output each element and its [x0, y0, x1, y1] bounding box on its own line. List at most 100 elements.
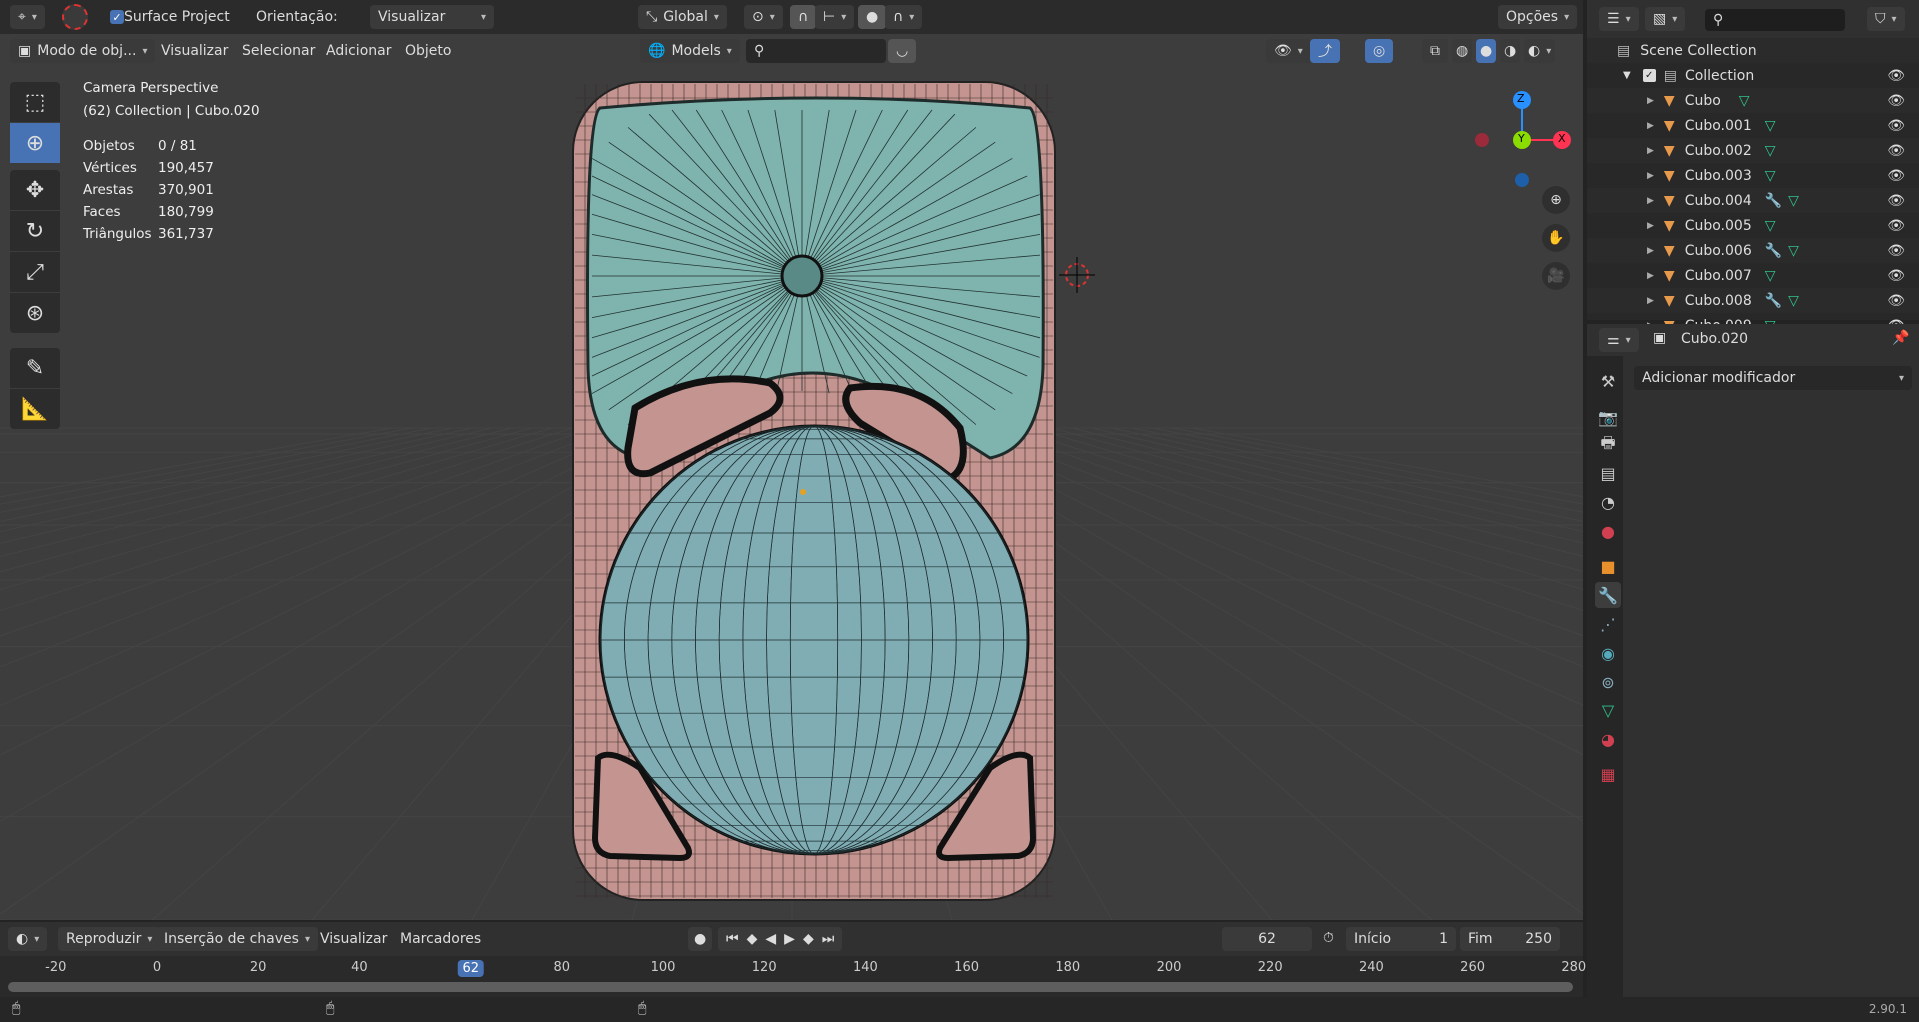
eye-icon[interactable]: 👁 [1887, 68, 1905, 84]
outliner-item[interactable]: ▶ ▼ Cubo.001 ▽ 👁 [1587, 113, 1919, 138]
keying-menu[interactable]: Inserção de chaves ▾ [156, 927, 318, 951]
eye-icon[interactable]: 👁 [1887, 293, 1905, 309]
mesh-data-icon[interactable]: ▽ [1765, 268, 1776, 284]
outliner-item[interactable]: ▶ ▼ Cubo.007 ▽ 👁 [1587, 263, 1919, 288]
modifier-wrench-icon[interactable]: 🔧 [1765, 243, 1782, 259]
playhead-frame[interactable]: 62 [457, 960, 484, 977]
mesh-data-icon[interactable]: ▽ [1765, 218, 1776, 234]
display-mode-dropdown[interactable]: ☰ ▾ [1599, 7, 1639, 31]
expand-arrow-icon[interactable]: ▶ [1647, 121, 1654, 131]
object-tab-icon[interactable]: ■ [1595, 553, 1621, 579]
stopwatch-icon[interactable]: ⏱ [1323, 930, 1334, 946]
modifier-wrench-icon[interactable]: 🔧 [1765, 293, 1782, 309]
outliner-item[interactable]: ▶ ▼ Cubo.002 ▽ 👁 [1587, 138, 1919, 163]
collection-row[interactable]: ▼ ✓ ▤ Collection 👁 [1587, 63, 1919, 88]
mesh-data-icon[interactable]: ▽ [1788, 193, 1799, 209]
filter-view-dropdown[interactable]: ▧ ▾ [1645, 7, 1686, 31]
outliner-item[interactable]: ▶ ▼ Cubo.005 ▽ 👁 [1587, 213, 1919, 238]
mesh-data-icon[interactable]: ▽ [1765, 118, 1776, 134]
gizmo-toggle-icon[interactable]: ⤴ [1310, 39, 1340, 63]
pivot-point-icon[interactable]: ⊙ ▾ [744, 5, 783, 29]
mesh-data-icon[interactable]: ▽ [1788, 243, 1799, 259]
physics-tab-icon[interactable]: ◉ [1595, 640, 1621, 666]
mesh-data-icon[interactable]: ▽ [1765, 168, 1776, 184]
jump-end-icon[interactable]: ⏭ [822, 931, 835, 947]
timeline-view-menu[interactable]: Visualizar [314, 927, 393, 951]
mesh-data-icon[interactable]: ▽ [1765, 143, 1776, 159]
modifier-tab-icon[interactable]: 🔧 [1595, 582, 1621, 608]
current-frame-field[interactable]: 62 [1222, 927, 1312, 951]
next-keyframe-icon[interactable]: ◆ [803, 931, 814, 947]
xray-icon[interactable]: ⧉ [1422, 39, 1448, 63]
start-frame-field[interactable]: Início 1 [1346, 927, 1456, 951]
search-options-button[interactable]: ◡ [888, 39, 917, 63]
playback-menu[interactable]: Reproduzir ▾ [58, 927, 161, 951]
transform-tool[interactable]: ⊛ [10, 293, 60, 333]
constraints-tab-icon[interactable]: ⊚ [1595, 669, 1621, 695]
world-tab-icon[interactable]: ● [1595, 518, 1621, 544]
collection-filter-dropdown[interactable]: 🌐 Models ▾ [640, 39, 740, 63]
play-reverse-icon[interactable]: ◀ [765, 931, 776, 947]
editor-type-button[interactable]: ⚌ ▾ [1599, 328, 1639, 352]
output-tab-icon[interactable]: 🖶 [1595, 432, 1621, 458]
expand-arrow-icon[interactable]: ▶ [1647, 221, 1654, 231]
viewport-search-input[interactable]: ⚲ [746, 39, 886, 63]
add-modifier-dropdown[interactable]: Adicionar modificador ▾ [1634, 366, 1912, 390]
play-icon[interactable]: ▶ [784, 931, 795, 947]
scale-tool[interactable]: ⤢ [10, 252, 60, 292]
visibility-icon[interactable]: 👁 ▾ [1266, 39, 1311, 63]
shading-solid-icon[interactable]: ● [1476, 39, 1497, 63]
filter-dropdown[interactable]: ⛉ ▾ [1867, 7, 1905, 31]
shading-material-icon[interactable]: ◑ [1500, 39, 1521, 63]
scene-tab-icon[interactable]: ◔ [1595, 489, 1621, 515]
eye-icon[interactable]: 👁 [1887, 143, 1905, 159]
outliner-item[interactable]: ▶ ▼ Cubo.004 🔧 ▽ 👁 [1587, 188, 1919, 213]
zoom-icon[interactable]: ⊕ [1542, 186, 1570, 214]
eye-icon[interactable]: 👁 [1887, 268, 1905, 284]
eye-icon[interactable]: 👁 [1887, 193, 1905, 209]
render-tab-icon[interactable]: 📷 [1595, 404, 1621, 430]
navigation-gizmo[interactable]: Z X Y [1470, 78, 1580, 188]
annotate-tool[interactable]: ✎ [10, 348, 60, 388]
prev-keyframe-icon[interactable]: ◆ [747, 931, 758, 947]
material-tab-icon[interactable]: ◕ [1595, 726, 1621, 752]
shading-rendered-icon[interactable]: ◐ ▾ [1524, 39, 1556, 63]
mesh-data-icon[interactable]: ▽ [1788, 293, 1799, 309]
transform-space-dropdown[interactable]: ⤡ Global ▾ [638, 5, 727, 29]
menu-select[interactable]: Selecionar [236, 39, 321, 63]
menu-object[interactable]: Objeto [399, 39, 457, 63]
expand-arrow-icon[interactable]: ▶ [1647, 196, 1654, 206]
expand-arrow-icon[interactable]: ▶ [1647, 146, 1654, 156]
outliner-item[interactable]: ▶ ▼ Cubo.006 🔧 ▽ 👁 [1587, 238, 1919, 263]
expand-arrow-icon[interactable]: ▶ [1647, 96, 1654, 106]
eye-icon[interactable]: 👁 [1887, 168, 1905, 184]
eye-icon[interactable]: 👁 [1887, 243, 1905, 259]
eye-icon[interactable]: 👁 [1887, 218, 1905, 234]
eye-icon[interactable]: 👁 [1887, 118, 1905, 134]
overlay-toggle-icon[interactable]: ◎ [1365, 39, 1394, 63]
select-box-tool[interactable]: ⬚ [10, 82, 60, 122]
expand-arrow-icon[interactable]: ▶ [1647, 246, 1654, 256]
surface-project-checkbox[interactable]: ✓ Surface Project [104, 5, 236, 29]
tool-tab-icon[interactable]: ⚒ [1595, 368, 1621, 394]
particles-tab-icon[interactable]: ⋰ [1595, 611, 1621, 637]
move-tool[interactable]: ✥ [10, 170, 60, 210]
snap-icon[interactable]: ∩ [790, 5, 817, 29]
camera-view-icon[interactable]: 🎥 [1542, 262, 1570, 290]
expand-arrow-icon[interactable]: ▶ [1647, 171, 1654, 181]
rotate-tool[interactable]: ↻ [10, 211, 60, 251]
collection-checkbox[interactable]: ✓ [1642, 69, 1656, 82]
snap-target-icon[interactable]: ⊢ ▾ [815, 5, 855, 29]
expand-arrow-icon[interactable]: ▶ [1647, 296, 1654, 306]
3d-viewport[interactable]: ⬚ ⊕ ✥ ↻ ⤢ ⊛ ✎ 📐 Camera Perspective (62) … [0, 68, 1583, 920]
pin-icon[interactable]: 📌 [1892, 330, 1909, 346]
editor-type-button[interactable]: ⌖ ▾ [10, 5, 45, 29]
timeline-scrollbar[interactable] [8, 982, 1573, 992]
data-tab-icon[interactable]: ▽ [1595, 697, 1621, 723]
outliner-search-input[interactable]: ⚲ [1705, 9, 1845, 31]
outliner-item[interactable]: ▶ ▼ Cubo ▽ 👁 [1587, 88, 1919, 113]
expand-arrow-icon[interactable]: ▶ [1647, 271, 1654, 281]
markers-menu[interactable]: Marcadores [394, 927, 487, 951]
shading-wireframe-icon[interactable]: ◍ [1452, 39, 1473, 63]
modifier-wrench-icon[interactable]: 🔧 [1765, 193, 1782, 209]
